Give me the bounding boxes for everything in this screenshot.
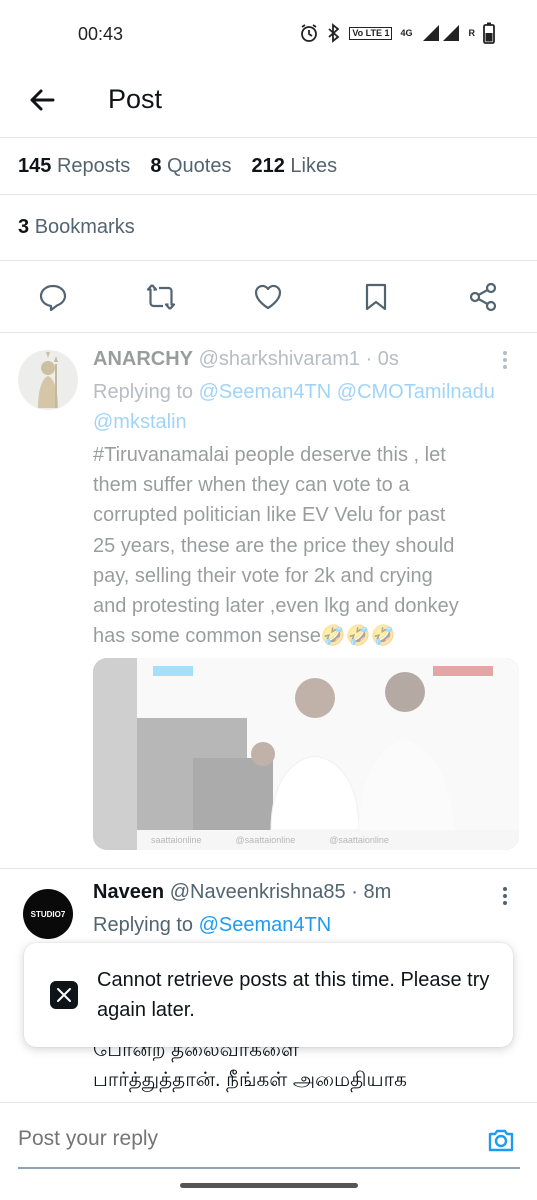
repost-icon[interactable] (145, 281, 177, 313)
status-bar: 00:43 Vo LTE 1 4G R (0, 0, 537, 70)
reply-text-line: பார்த்துத்தான். நீங்கள் அமைதியாக (93, 1069, 407, 1091)
header: Post (0, 70, 537, 138)
reply-header: ANARCHY @sharkshivaram1 · 0s (93, 348, 399, 371)
battery-icon (483, 22, 495, 44)
status-time: 00:43 (78, 24, 124, 44)
author-handle: @Naveenkrishna85 · 8m (169, 881, 392, 903)
alarm-icon (301, 24, 318, 42)
mention-link[interactable]: @Seeman4TN (199, 914, 332, 936)
like-icon[interactable] (252, 281, 284, 313)
replying-to: Replying to @Seeman4TN @CMOTamilnadu @mk… (93, 381, 495, 433)
author-name[interactable]: ANARCHY (93, 348, 193, 370)
reply-icon[interactable] (37, 281, 69, 313)
reposts-stat[interactable]: 145 Reposts (18, 155, 130, 178)
reply-input[interactable] (18, 1127, 458, 1151)
video-caption: saattaionline @saattaionline @saattaionl… (137, 830, 519, 850)
share-icon[interactable] (467, 281, 499, 313)
likes-stat[interactable]: 212 Likes (251, 155, 337, 178)
volte-badge: Vo LTE 1 (349, 26, 393, 40)
bookmarks-stat[interactable]: 3 Bookmarks (18, 216, 135, 239)
reply-header: Naveen @Naveenkrishna85 · 8m (93, 881, 391, 904)
toast-message: Cannot retrieve posts at this time. Plea… (97, 969, 490, 1021)
quotes-stat[interactable]: 8 Quotes (150, 155, 231, 178)
action-bar (0, 261, 537, 333)
bluetooth-icon (328, 23, 340, 43)
x-logo-icon (50, 981, 78, 1009)
mention-link[interactable]: @CMOTamilnadu (337, 381, 495, 403)
avatar[interactable] (18, 350, 78, 410)
avatar-logo-text: STUDIO7 (30, 909, 66, 919)
signal-icon (422, 25, 459, 41)
video-thumbnail[interactable]: saattaionline @saattaionline @saattaionl… (93, 658, 519, 850)
network-label: 4G (400, 28, 413, 38)
input-underline (18, 1167, 520, 1169)
bookmarks-row: 3 Bookmarks (0, 195, 537, 261)
more-options-icon[interactable] (501, 886, 509, 906)
error-toast: Cannot retrieve posts at this time. Plea… (24, 943, 513, 1047)
avatar[interactable]: STUDIO7 (23, 889, 73, 939)
reply-text: #Tiruvanamalai people deserve this , let… (93, 444, 459, 648)
reply-anarchy[interactable]: ANARCHY @sharkshivaram1 · 0s Replying to… (0, 333, 537, 868)
author-handle: @sharkshivaram1 · 0s (198, 348, 399, 370)
more-options-icon[interactable] (501, 350, 509, 370)
back-arrow-icon[interactable] (26, 84, 58, 116)
replying-to: Replying to @Seeman4TN (93, 914, 332, 936)
page-title: Post (108, 84, 163, 114)
stats-row: 145 Reposts 8 Quotes 212 Likes (0, 138, 537, 195)
mention-link[interactable]: @Seeman4TN (199, 381, 332, 403)
author-name[interactable]: Naveen (93, 881, 164, 903)
status-icons: Vo LTE 1 4G R (299, 22, 495, 44)
home-indicator[interactable] (180, 1183, 358, 1188)
camera-icon[interactable] (486, 1125, 516, 1155)
mention-link[interactable]: @mkstalin (93, 411, 187, 433)
roaming-label: R (468, 28, 476, 38)
bookmark-icon[interactable] (360, 281, 392, 313)
